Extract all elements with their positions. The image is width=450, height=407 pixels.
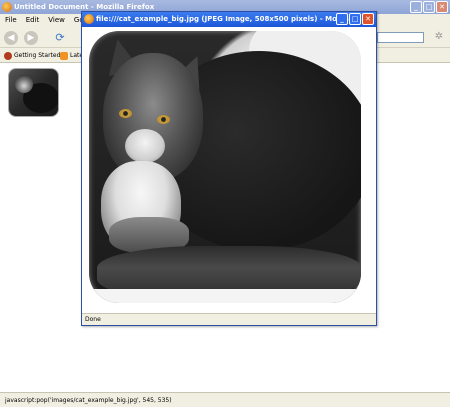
main-status-text: javascript:pop('images/cat_example_big.j… — [5, 397, 172, 404]
reload-icon[interactable]: ⟳ — [53, 31, 67, 45]
throbber-icon: ✲ — [434, 31, 444, 42]
menu-file[interactable]: File — [5, 14, 17, 27]
back-arrow-icon[interactable]: ◀ — [4, 31, 18, 45]
bookmark-getting-started[interactable]: Getting Started — [4, 48, 60, 63]
maximize-icon[interactable]: □ — [349, 13, 361, 25]
search-input[interactable] — [377, 32, 424, 43]
minimize-icon[interactable]: _ — [410, 1, 422, 13]
popup-status-bar: Done — [82, 313, 376, 325]
cat-image[interactable] — [89, 31, 361, 303]
bookmark-latest-headlines[interactable]: Late — [60, 48, 83, 63]
forward-arrow-icon[interactable]: ▶ — [24, 31, 38, 45]
popup-status-text: Done — [85, 316, 101, 323]
popup-title-bar[interactable]: file:///cat_example_big.jpg (JPEG Image,… — [82, 12, 376, 27]
bookmark-label: Getting Started — [14, 52, 61, 59]
menu-edit[interactable]: Edit — [26, 14, 40, 27]
main-window-title: Untitled Document - Mozilla Firefox — [14, 3, 155, 11]
image-popup-window: file:///cat_example_big.jpg (JPEG Image,… — [81, 11, 377, 326]
close-icon[interactable]: ✕ — [436, 1, 448, 13]
menu-view[interactable]: View — [48, 14, 65, 27]
firefox-icon — [2, 2, 12, 12]
close-icon[interactable]: ✕ — [362, 13, 374, 25]
cat-thumbnail-image[interactable] — [8, 68, 59, 117]
maximize-icon[interactable]: □ — [423, 1, 435, 13]
main-status-bar: javascript:pop('images/cat_example_big.j… — [0, 392, 450, 407]
image-viewport — [82, 27, 376, 313]
firefox-icon — [84, 14, 94, 24]
rss-feed-icon — [60, 51, 68, 60]
popup-window-title: file:///cat_example_big.jpg (JPEG Image,… — [96, 15, 368, 23]
minimize-icon[interactable]: _ — [336, 13, 348, 25]
firefox-icon — [4, 51, 12, 60]
